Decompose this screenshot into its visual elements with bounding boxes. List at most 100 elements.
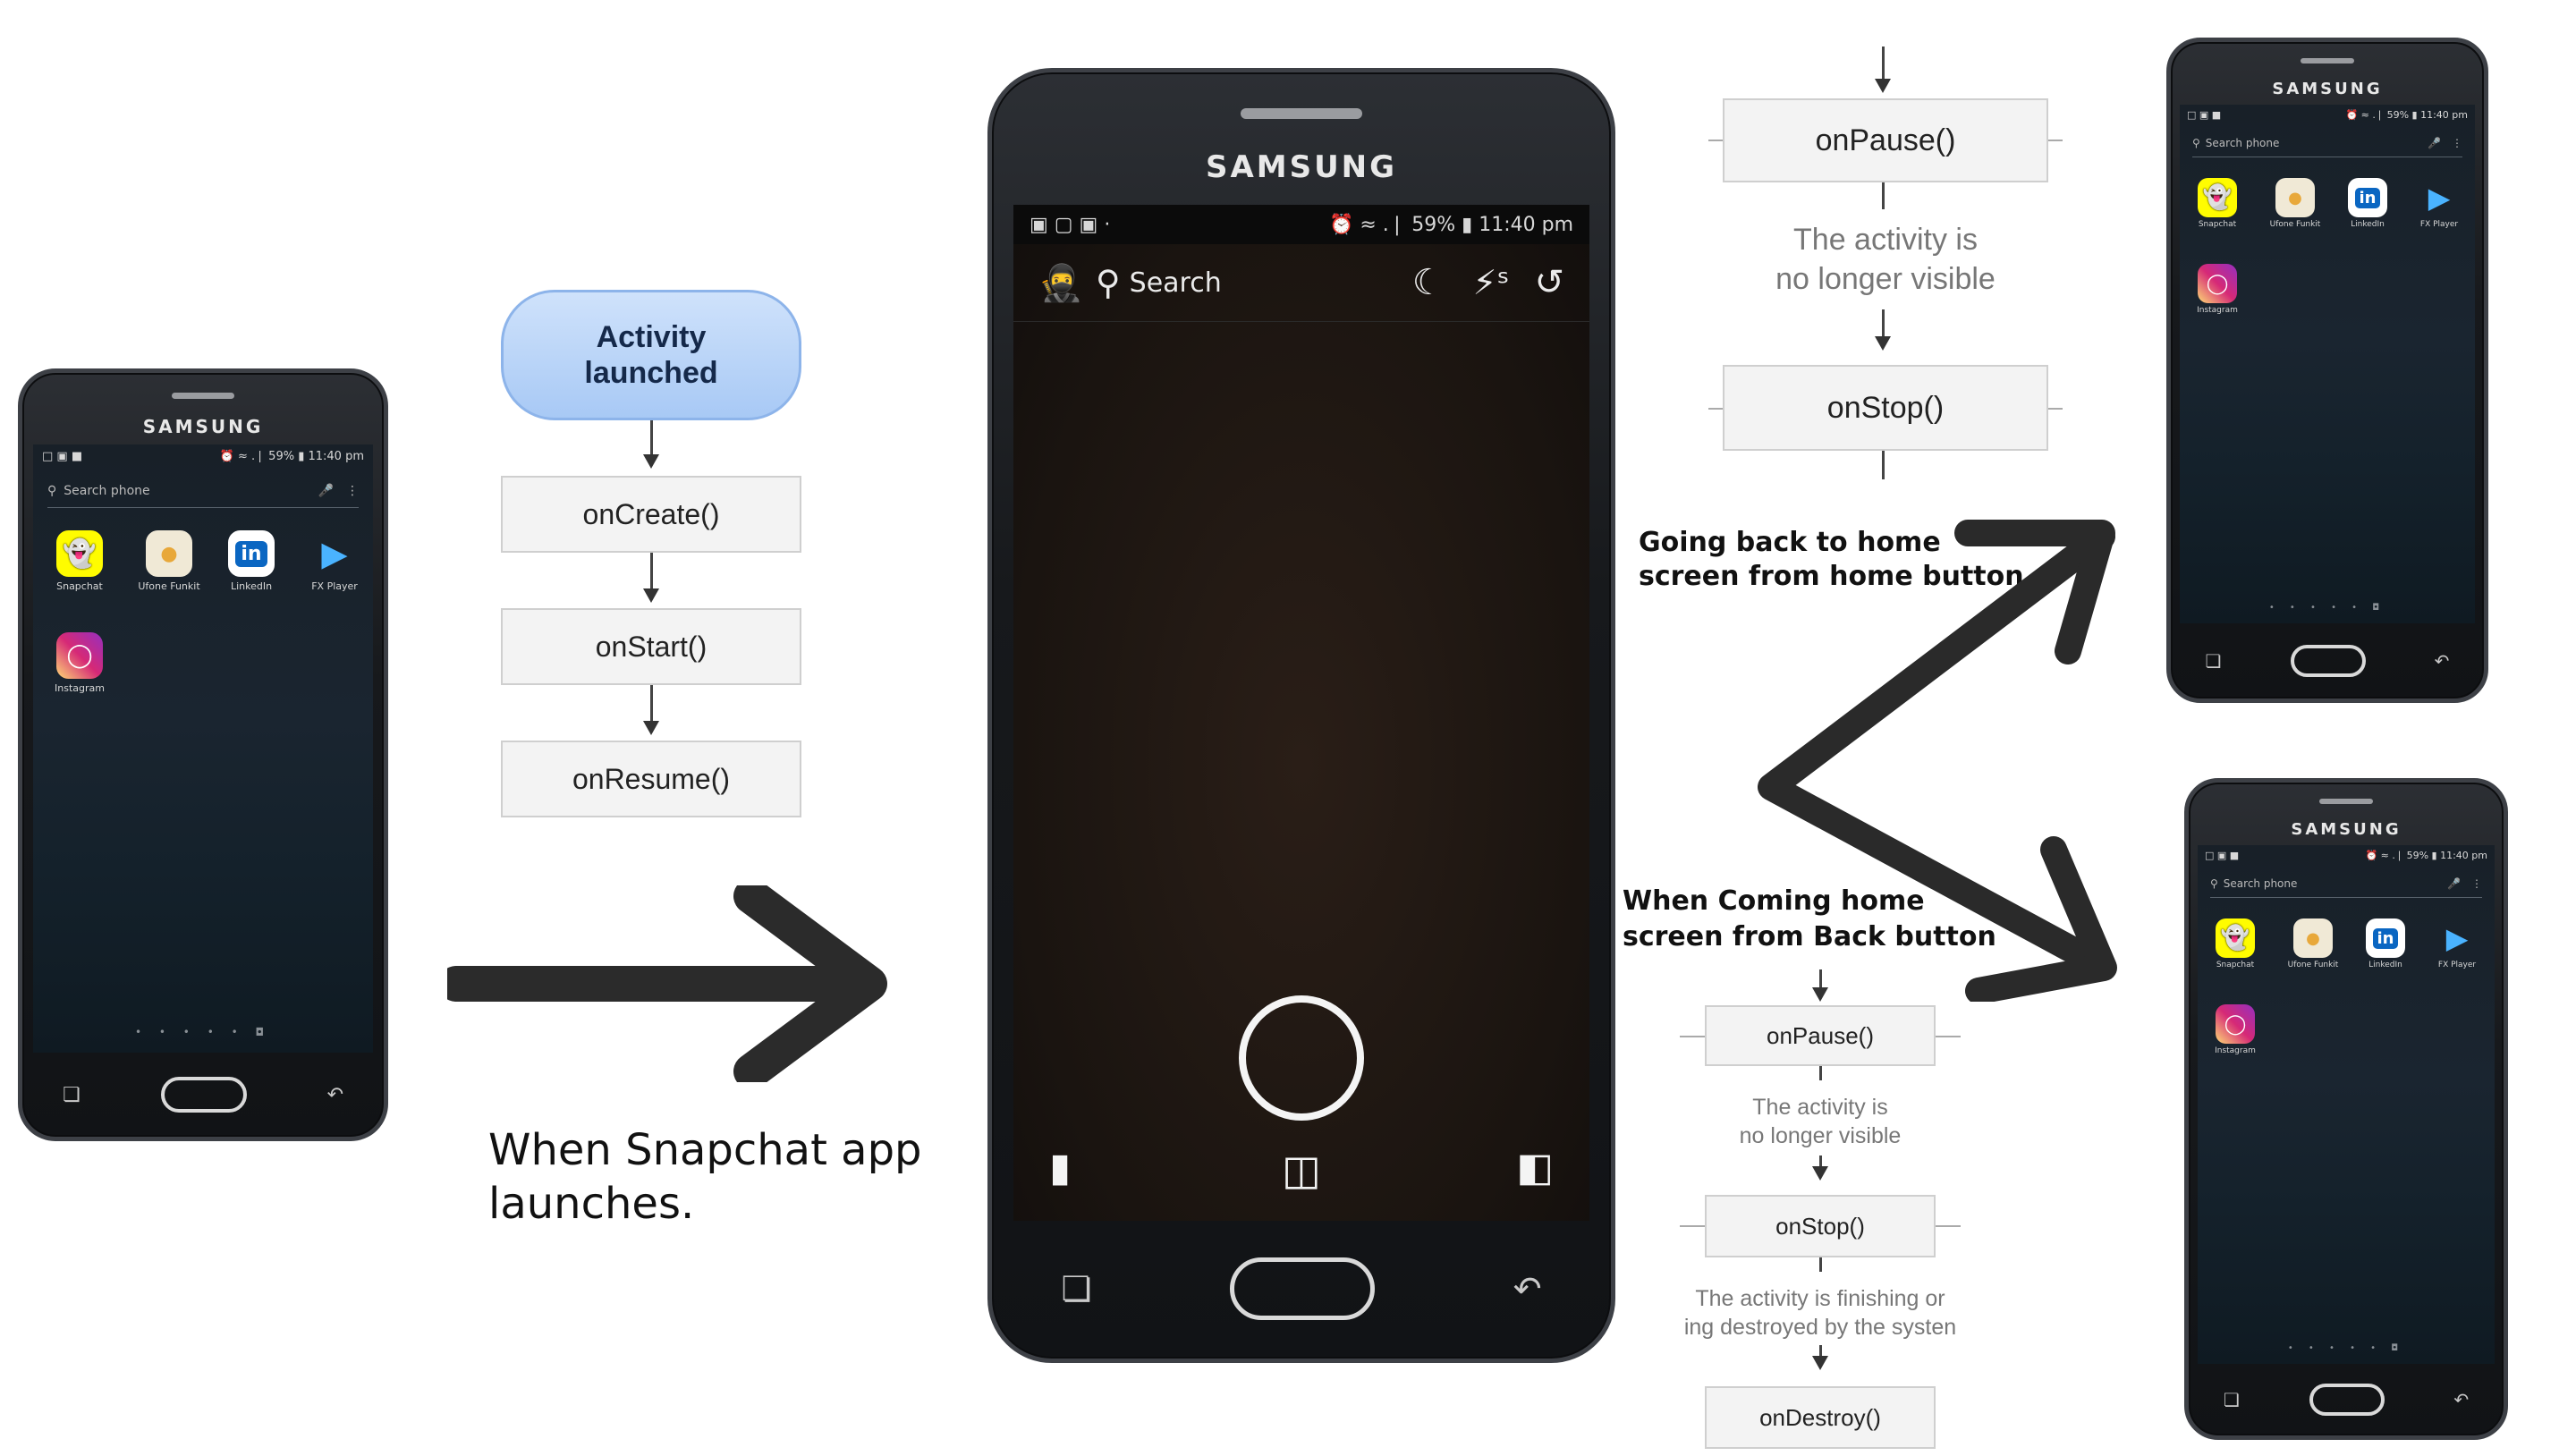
app-snapchat[interactable]: 👻 Snapchat: [2194, 178, 2241, 229]
app-ufone-funkit[interactable]: ● Ufone Funkit: [2282, 918, 2344, 969]
connector: [1819, 1257, 1822, 1272]
stub: [2048, 408, 2063, 410]
snapchat-camera-screen: ▣ ▢ ▣ · ⏰ ≈ .❘ 59% ▮ 11:40 pm 🥷 ⚲ Search…: [1013, 205, 1589, 1221]
ufone-funkit-icon: ●: [2275, 178, 2315, 217]
app-snapchat[interactable]: 👻 Snapchat: [2212, 918, 2258, 969]
connector: [1819, 969, 1822, 989]
recents-icon[interactable]: ❏: [63, 1084, 80, 1106]
home-button[interactable]: [2309, 1384, 2385, 1416]
back-icon[interactable]: ↶: [2453, 1389, 2469, 1410]
stub: [1936, 1225, 1961, 1227]
app-label: Ufone Funkit: [2287, 961, 2339, 969]
phone-brand: SAMSUNG: [1205, 149, 1398, 185]
phone-brand: SAMSUNG: [2272, 80, 2383, 98]
snapchat-ghost-icon: 👻: [56, 530, 103, 577]
arrow-down: [1812, 1356, 1828, 1370]
status-right: ⏰ ≈ .❘ 59% ▮ 11:40 pm: [1328, 213, 1573, 236]
back-icon[interactable]: ↶: [2435, 650, 2450, 672]
chat-icon[interactable]: ▮: [1049, 1145, 1071, 1190]
app-ufone-funkit[interactable]: ● Ufone Funkit: [133, 530, 205, 592]
app-ufone-funkit[interactable]: ● Ufone Funkit: [2264, 178, 2326, 229]
app-fx-player[interactable]: ▶ FX Player: [2412, 178, 2466, 229]
app-linkedin[interactable]: in LinkedIn: [223, 530, 280, 592]
phone-speaker: [1241, 108, 1362, 119]
snapchat-ghost-icon: 👻: [2198, 178, 2237, 217]
snap-search-label[interactable]: Search: [1130, 267, 1222, 299]
stub: [1680, 1036, 1705, 1037]
nav-bar: ❏ ↶: [22, 1063, 384, 1126]
mic-icon[interactable]: 🎤: [2428, 137, 2441, 149]
arrow-down: [1812, 1166, 1828, 1181]
flip-camera-icon[interactable]: ↺: [1534, 262, 1564, 303]
app-fx-player[interactable]: ▶ FX Player: [303, 530, 366, 592]
app-linkedin[interactable]: in LinkedIn: [2343, 178, 2393, 229]
more-icon[interactable]: ⋮: [2471, 877, 2482, 890]
app-linkedin[interactable]: in LinkedIn: [2360, 918, 2411, 969]
app-label: Snapchat: [56, 580, 103, 592]
home-screen: □ ▣ ■ ⏰ ≈ .❘ 59% ▮ 11:40 pm ⚲ Search pho…: [2180, 105, 2475, 623]
search-input[interactable]: ⚲ Search phone 🎤 ⋮: [2210, 870, 2482, 898]
more-icon[interactable]: ⋮: [2452, 137, 2462, 149]
app-fx-player[interactable]: ▶ FX Player: [2430, 918, 2484, 969]
status-right: ⏰ ≈ .❘ 59% ▮ 11:40 pm: [219, 449, 364, 463]
search-placeholder: Search phone: [2205, 137, 2280, 149]
search-icon: ⚲: [47, 484, 57, 498]
status-left: □ ▣ ■: [42, 449, 83, 463]
connector: [650, 685, 653, 721]
stub: [2048, 140, 2063, 141]
app-label: Snapchat: [2216, 961, 2255, 969]
mic-icon[interactable]: 🎤: [318, 484, 334, 498]
mic-icon[interactable]: 🎤: [2447, 877, 2461, 890]
search-input[interactable]: ⚲ Search phone 🎤 ⋮: [2192, 130, 2462, 157]
back-icon[interactable]: ↶: [1513, 1269, 1542, 1308]
search-icon[interactable]: ⚲: [1096, 263, 1121, 302]
arrow-down: [643, 721, 659, 735]
recents-icon[interactable]: ❏: [2224, 1389, 2240, 1410]
center-phone: SAMSUNG ▣ ▢ ▣ · ⏰ ≈ .❘ 59% ▮ 11:40 pm 🥷 …: [987, 68, 1615, 1363]
note-finishing-destroyed: The activity is finishing or ing destroy…: [1683, 1286, 1957, 1340]
back-icon[interactable]: ↶: [327, 1084, 343, 1106]
activity-launched-node: Activity launched: [501, 290, 801, 420]
onstop-node-back: onStop(): [1705, 1195, 1936, 1257]
search-placeholder: Search phone: [64, 484, 150, 498]
search-input[interactable]: ⚲ Search phone 🎤 ⋮: [47, 475, 359, 508]
fx-player-play-icon: ▶: [2428, 181, 2451, 215]
app-instagram[interactable]: ◯ Instagram: [53, 632, 106, 694]
phone-speaker: [2301, 58, 2354, 63]
arrow-down: [643, 454, 659, 469]
connector: [650, 420, 653, 454]
app-instagram[interactable]: ◯ Instagram: [2212, 1004, 2258, 1055]
capture-button[interactable]: [1239, 995, 1364, 1121]
app-snapchat[interactable]: 👻 Snapchat: [53, 530, 106, 592]
home-button[interactable]: [2290, 645, 2366, 677]
status-left: □ ▣ ■: [2187, 108, 2222, 121]
instagram-icon: ◯: [2198, 264, 2237, 303]
instagram-icon: ◯: [56, 632, 103, 679]
night-mode-icon[interactable]: ☾: [1412, 262, 1445, 303]
memories-icon[interactable]: ◫: [1282, 1146, 1320, 1194]
launch-arrow: [447, 885, 887, 1082]
app-label: Ufone Funkit: [138, 580, 200, 592]
page-indicator: • • • • • ◘: [135, 1026, 271, 1038]
left-phone: SAMSUNG □ ▣ ■ ⏰ ≈ .❘ 59% ▮ 11:40 pm ⚲ Se…: [18, 368, 388, 1141]
home-button[interactable]: [160, 1077, 247, 1113]
stub: [1680, 1225, 1705, 1227]
app-label: Ufone Funkit: [2269, 220, 2321, 229]
connector: [1882, 451, 1885, 479]
more-icon[interactable]: ⋮: [346, 484, 359, 498]
bitmoji-avatar[interactable]: 🥷: [1038, 262, 1083, 304]
app-instagram[interactable]: ◯ Instagram: [2194, 264, 2241, 315]
home-button[interactable]: [1230, 1257, 1376, 1320]
note-no-longer-visible: The activity is no longer visible: [1775, 223, 1996, 296]
connector: [1882, 182, 1885, 209]
stories-icon[interactable]: ◧: [1516, 1145, 1554, 1190]
flash-off-icon[interactable]: ⚡ˢ: [1473, 263, 1510, 302]
recents-icon[interactable]: ❏: [2206, 650, 2222, 672]
fx-player-play-icon: ▶: [2445, 921, 2469, 955]
recents-icon[interactable]: ❏: [1061, 1269, 1091, 1308]
instagram-icon: ◯: [2216, 1004, 2255, 1044]
snap-top-bar: 🥷 ⚲ Search ☾ ⚡ˢ ↺: [1013, 244, 1589, 322]
nav-bar: ❏ ↶: [992, 1244, 1611, 1333]
onstart-node: onStart(): [501, 608, 801, 685]
onstop-node-home: onStop(): [1723, 365, 2048, 451]
